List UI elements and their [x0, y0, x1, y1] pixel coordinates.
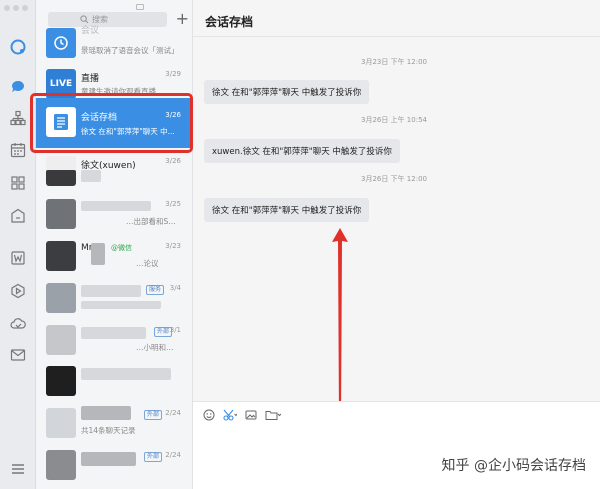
item-preview: …小明和…: [136, 343, 174, 352]
screenshot-icon[interactable]: [223, 409, 237, 421]
list-item[interactable]: 3/25 …出部看和S…: [36, 193, 192, 237]
message-timestamp: 3月26日 上午 10:54: [361, 116, 427, 124]
list-item[interactable]: [36, 360, 192, 404]
item-preview: …出部看和S…: [126, 217, 176, 226]
calendar-icon[interactable]: [9, 141, 27, 159]
chat-panel: 会话存档 3月23日 下午 12:00 徐文 在和"郭萍萍"聊天 中触发了投诉你…: [193, 0, 600, 489]
wechat-badge: @微信: [111, 244, 132, 252]
menu-icon[interactable]: [9, 460, 27, 478]
item-date: 3/29: [165, 70, 181, 78]
cloud-icon[interactable]: [9, 315, 27, 333]
left-nav-rail: [0, 0, 36, 489]
window-controls: [4, 5, 28, 11]
item-tag: 外部: [144, 410, 163, 420]
message-bubble[interactable]: 徐文 在和"郭萍萍"聊天 中触发了投诉你: [204, 198, 370, 222]
contacts-icon[interactable]: [9, 109, 27, 127]
list-item[interactable]: 会议 景瑶取消了语音会议「测试」: [36, 22, 192, 66]
zoom-window-button[interactable]: [22, 5, 28, 11]
item-name: 会议: [81, 26, 100, 36]
mail-icon[interactable]: [9, 346, 27, 364]
avatar: [46, 408, 76, 438]
list-item[interactable]: 外部 2/24 共14条聊天记录: [36, 402, 192, 446]
slides-icon[interactable]: [9, 282, 27, 300]
avatar: [46, 366, 76, 396]
watermark-text: 知乎 @企小码会话存档: [441, 458, 586, 474]
avatar: [46, 283, 76, 313]
avatar: [46, 325, 76, 355]
message-timestamp: 3月26日 下午 12:00: [361, 175, 427, 183]
item-date: 3/25: [165, 200, 181, 208]
item-date: 2/24: [165, 451, 181, 459]
workbench-logo-icon[interactable]: [9, 38, 27, 56]
highlight-annotation: [30, 93, 193, 153]
avatar: [46, 156, 76, 186]
item-date: 2/24: [165, 409, 181, 417]
list-item[interactable]: Mr. @微信 3/23 …论议: [36, 235, 192, 279]
drive-icon[interactable]: [9, 207, 27, 225]
message-icon[interactable]: [9, 77, 27, 95]
item-name: 直播: [81, 74, 100, 84]
item-date: 3/26: [165, 157, 181, 165]
avatar: [46, 450, 76, 480]
document-icon[interactable]: [9, 249, 27, 267]
close-window-button[interactable]: [4, 5, 10, 11]
arrow-annotation: [332, 228, 348, 420]
conversation-list: 搜索 + 会议 景瑶取消了语音会议「测试」 LIVE 直播 3/29 童建生邀请…: [36, 0, 193, 489]
divider: [193, 36, 600, 37]
item-preview: 景瑶取消了语音会议「测试」: [81, 46, 179, 55]
list-item[interactable]: 外部 2/24: [36, 444, 192, 488]
list-item[interactable]: 外部 3/1 …小明和…: [36, 319, 192, 363]
message-bubble[interactable]: xuwen.徐文 在和"郭萍萍"聊天 中触发了投诉你: [204, 139, 400, 163]
item-tag: 外部: [144, 452, 163, 462]
item-preview: …论议: [136, 259, 159, 268]
item-date: 3/23: [165, 242, 181, 250]
input-toolbar: [203, 409, 281, 421]
list-item[interactable]: 徐文(xuwen) 3/26: [36, 150, 192, 194]
chat-title: 会话存档: [205, 15, 254, 29]
minimize-window-button[interactable]: [13, 5, 19, 11]
message-input-area[interactable]: 知乎 @企小码会话存档: [193, 401, 600, 489]
item-date: 3/4: [169, 284, 181, 292]
item-preview: 共14条聊天记录: [81, 426, 136, 435]
meeting-avatar-icon: [46, 28, 76, 58]
avatar: [46, 241, 76, 271]
list-item[interactable]: 服务 3/4: [36, 277, 192, 321]
message-timestamp: 3月23日 下午 12:00: [361, 58, 427, 66]
item-date: 3/1: [169, 326, 181, 334]
folder-icon[interactable]: [265, 409, 281, 421]
apps-icon[interactable]: [9, 174, 27, 192]
emoji-icon[interactable]: [203, 409, 215, 421]
message-bubble[interactable]: 徐文 在和"郭萍萍"聊天 中触发了投诉你: [204, 80, 370, 104]
item-tag: 服务: [146, 285, 165, 295]
image-icon[interactable]: [245, 409, 257, 421]
avatar: [46, 199, 76, 229]
